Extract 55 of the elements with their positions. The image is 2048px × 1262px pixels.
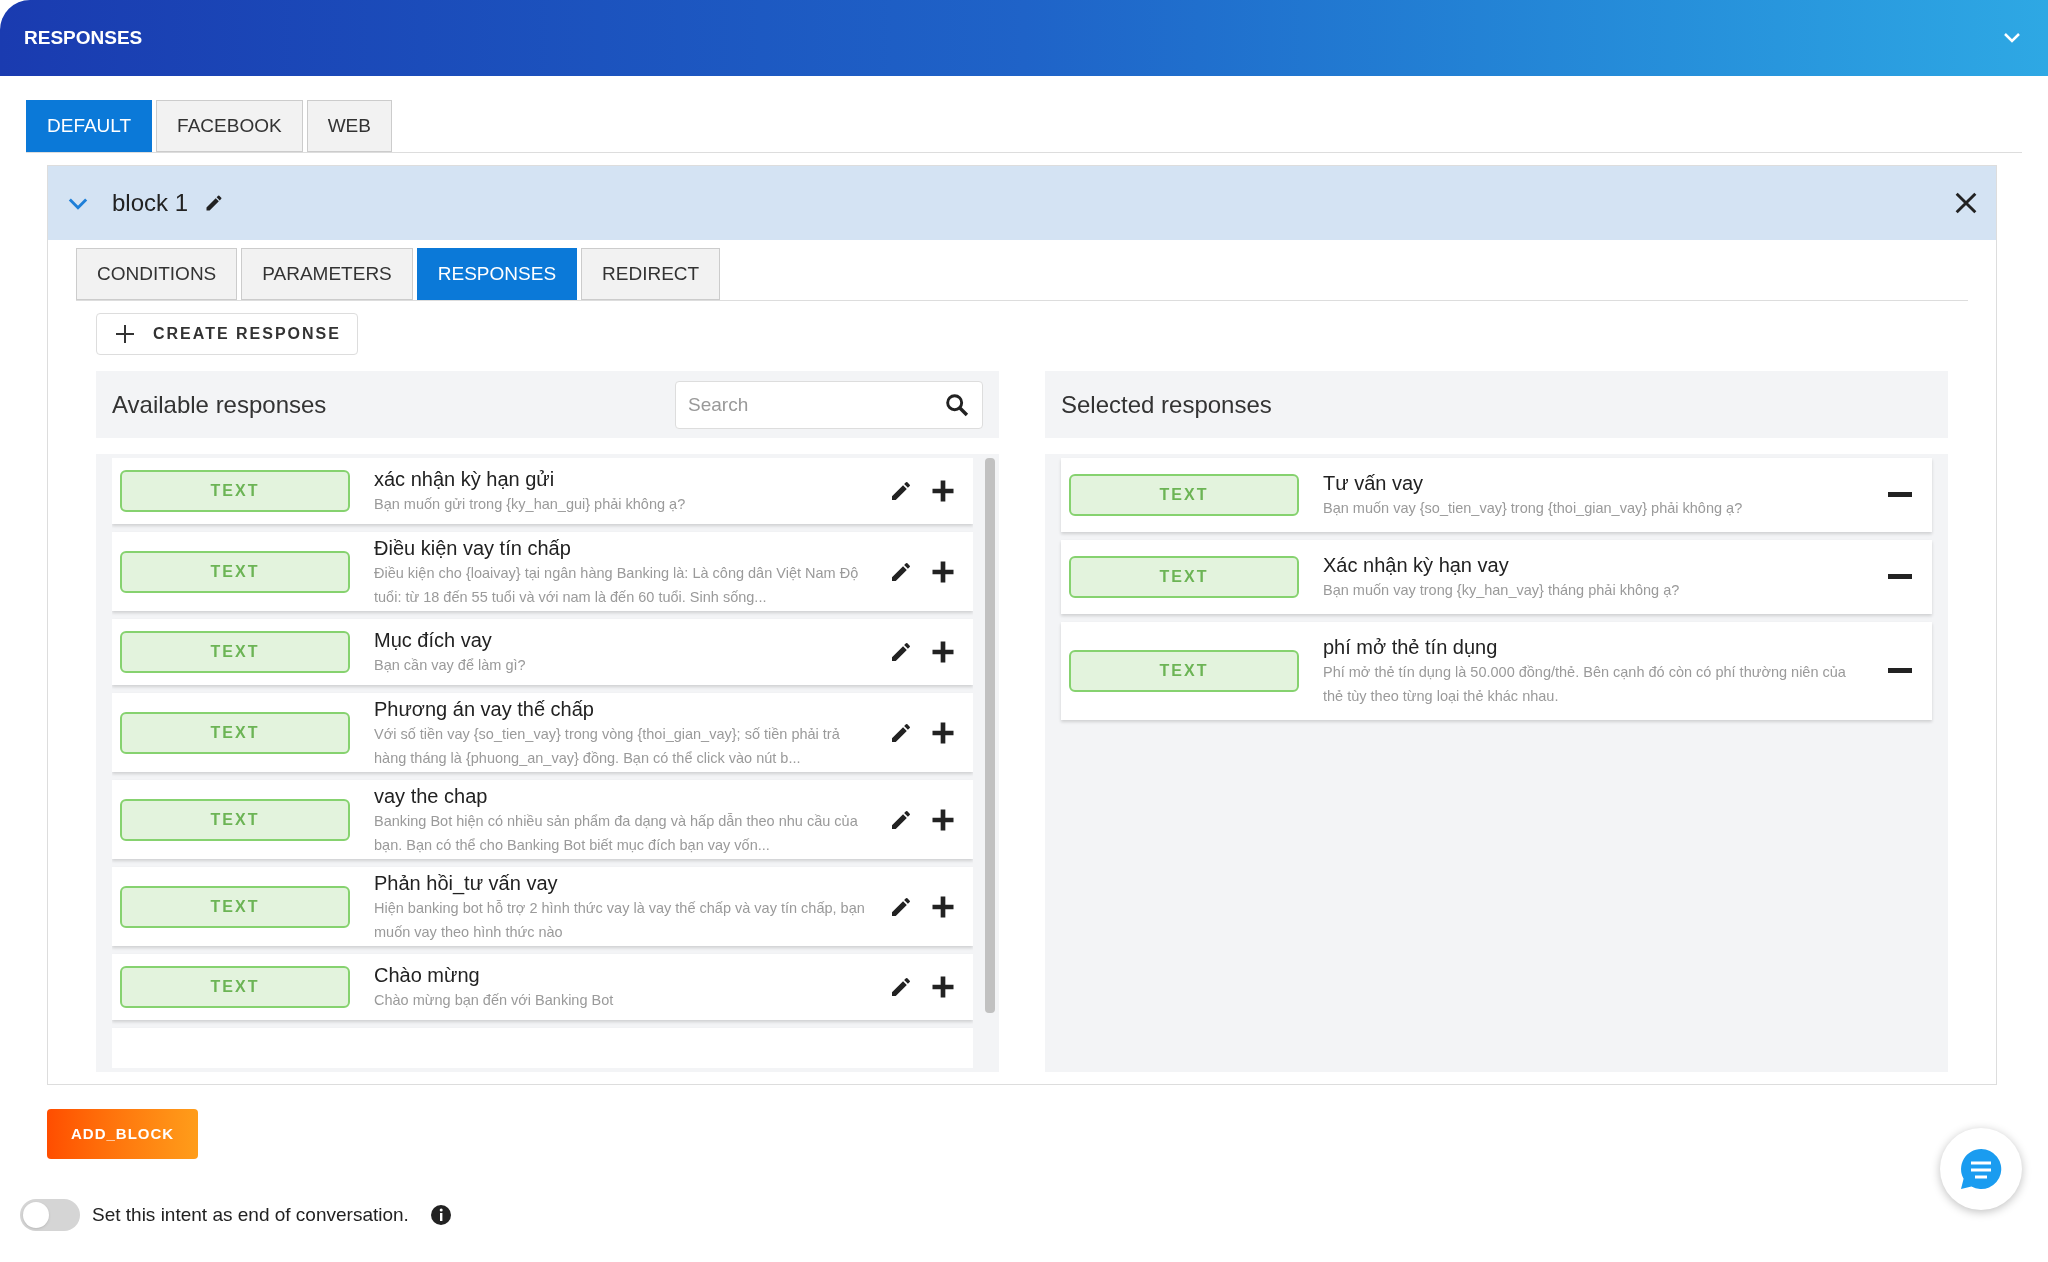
block-tab[interactable]: PARAMETERS <box>241 248 413 300</box>
column-title: Selected responses <box>1061 389 1272 420</box>
response-text: Bạn muốn gửi trong {ky_han_gui} phải không ạ? <box>374 495 687 514</box>
response-title: Phương án vay thế chấp <box>374 696 595 722</box>
type-badge: TEXT <box>120 966 350 1008</box>
type-badge: TEXT <box>1069 650 1299 692</box>
remove-icon[interactable] <box>1888 574 1912 580</box>
block-tab[interactable]: CONDITIONS <box>76 248 238 300</box>
response-text: Banking Bot hiện có nhiều sản phẩm đa dạng và hấp dẫn theo nhu cầu của bạn. Bạn có thể cho Banking Bot biết mục đích bạn vay vốn... <box>374 811 859 855</box>
type-badge: TEXT <box>120 470 350 512</box>
type-badge: TEXT <box>120 798 350 841</box>
response-title: vay the chap <box>374 783 489 809</box>
response-text: Điều kiện cho {loaivay} tại ngân hàng Banking là: Là công dân Việt Nam Độ tuổi: từ 18 đến 55 tuổi và với nam là đến 60 tuổi. Sinh sống... <box>374 563 860 607</box>
remove-icon[interactable] <box>1888 668 1912 674</box>
response-title: xác nhận kỳ hạn gửi <box>374 467 556 492</box>
response-text: Bạn muốn vay {so_tien_vay} trong {thoi_gian_vay} phải không ạ? <box>1323 499 1744 518</box>
block-name: block 1 <box>112 188 189 218</box>
remove-icon[interactable] <box>1888 492 1912 498</box>
response-title: Mục đích vay <box>374 628 493 653</box>
toggle-label: Set this intent as end of conversation. <box>92 1202 409 1227</box>
channel-tab[interactable]: FACEBOOK <box>156 100 303 152</box>
header-title: RESPONSES <box>24 25 143 50</box>
plus-icon <box>113 322 137 346</box>
response-title: phí mở thẻ tín dụng <box>1323 635 1499 660</box>
response-text: Với số tiền vay {so_tien_vay} trong vòng {thoi_gian_vay}; số tiền phải trả hàng tháng là {phuong_an_vay} đồng. Bạn có thể click vào nút b... <box>374 724 841 768</box>
channel-tab[interactable]: WEB <box>306 100 392 152</box>
type-badge: TEXT <box>120 631 350 673</box>
response-text: Phí mở thẻ tín dụng là 50.000 đồng/thẻ. Bên cạnh đó còn có phí thường niên của thẻ tùy theo từng loại thẻ khác nhau. <box>1323 663 1847 706</box>
channel-tab[interactable]: DEFAULT <box>26 100 153 152</box>
pencil-icon[interactable] <box>889 640 913 664</box>
type-badge: TEXT <box>120 711 350 754</box>
type-badge: TEXT <box>1069 474 1299 516</box>
type-badge: TEXT <box>1069 556 1299 598</box>
response-text: Bạn cần vay để làm gì? <box>374 656 527 675</box>
response-title: Phản hồi_tư vấn vay <box>374 870 559 896</box>
block-tab[interactable]: REDIRECT <box>581 248 721 300</box>
response-text: Chào mừng bạn đến với Banking Bot <box>374 991 615 1010</box>
pencil-icon[interactable] <box>889 479 913 503</box>
response-title: Xác nhận kỳ hạn vay <box>1323 553 1510 578</box>
response-text: Hiện banking bot hỗ trợ 2 hình thức vay là vay thế chấp và vay tín chấp, bạn muốn vay theo hình thức nào <box>374 898 865 942</box>
column-title: Available responses <box>112 389 327 420</box>
response-title: Chào mừng <box>374 963 481 988</box>
type-badge: TEXT <box>120 550 350 593</box>
toggle-switch[interactable] <box>20 1199 80 1231</box>
info-icon[interactable] <box>428 1203 453 1227</box>
pencil-icon[interactable] <box>889 975 913 999</box>
response-title: Tư vấn vay <box>1323 471 1425 496</box>
block-tab[interactable]: RESPONSES <box>416 248 578 300</box>
search-field[interactable]: Search <box>675 380 983 429</box>
chat-button[interactable] <box>1940 1128 2022 1210</box>
create-response-button[interactable]: CREATE RESPONSE <box>96 313 358 355</box>
type-badge: TEXT <box>120 885 350 928</box>
scrollbar[interactable] <box>985 458 995 1013</box>
response-text: Bạn muốn vay trong {ky_han_vay} tháng phải không ạ? <box>1323 581 1681 600</box>
response-title: Điều kiện vay tín chấp <box>374 535 572 561</box>
